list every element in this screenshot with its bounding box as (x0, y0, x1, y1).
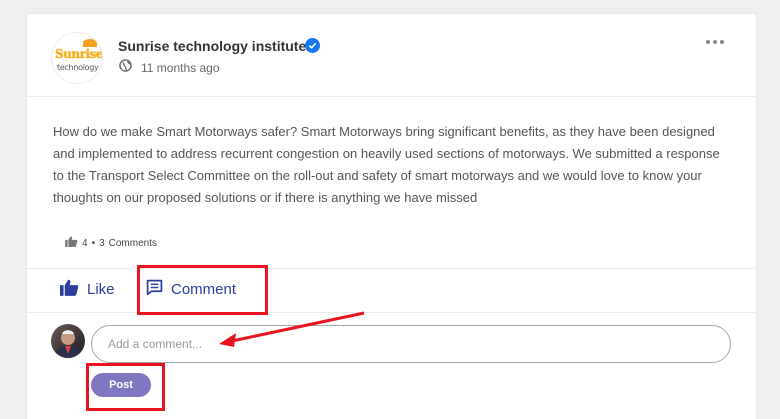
annotation-arrow-icon (219, 311, 365, 347)
